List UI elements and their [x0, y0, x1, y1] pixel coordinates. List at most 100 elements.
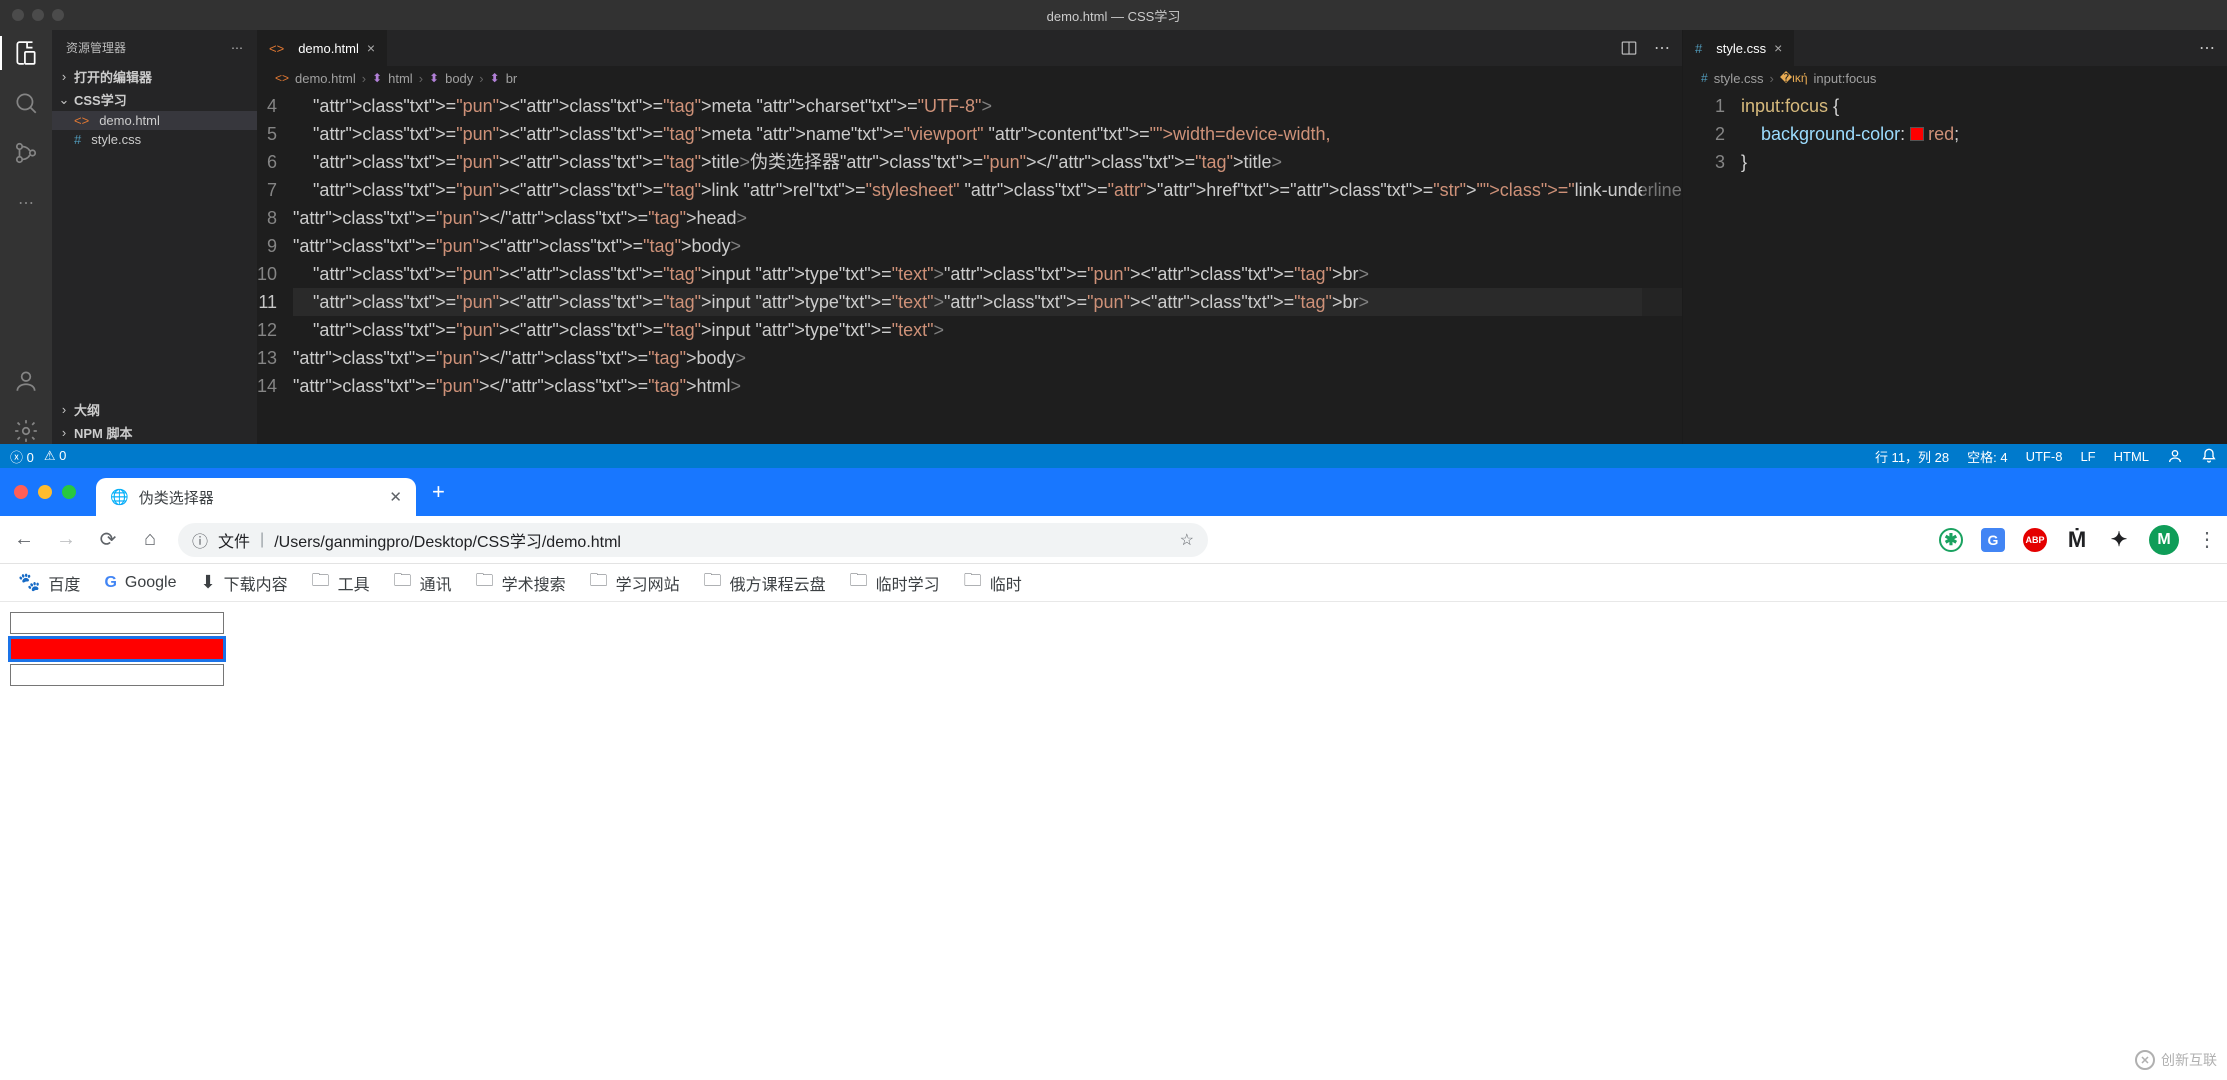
code-editor-left[interactable]: 4567891011121314 "attr">class"txt">="pun…: [257, 90, 1682, 444]
extensions-puzzle-icon[interactable]: ✦: [2107, 528, 2131, 552]
tab-demo-html[interactable]: <> demo.html ×: [257, 30, 387, 66]
bookmark-item[interactable]: 🐾百度: [18, 571, 80, 595]
info-icon[interactable]: ⓘ: [192, 528, 208, 552]
tab-style-css[interactable]: # style.css ×: [1683, 30, 1794, 66]
bookmark-item[interactable]: 🗀学术搜索: [476, 568, 566, 598]
more-icon[interactable]: ⋯: [13, 190, 39, 216]
breadcrumb-right[interactable]: # style.css› �ική input:focus: [1683, 66, 2227, 90]
extension-icon[interactable]: ✱: [1939, 528, 1963, 552]
editor-more-icon[interactable]: ⋯: [2199, 38, 2215, 58]
close-dot[interactable]: [14, 485, 28, 499]
editor-left: <> demo.html × ⋯ <> demo.html› ⬍ html› ⬍…: [257, 30, 1683, 444]
tab-close-icon[interactable]: ×: [367, 40, 375, 56]
bookmark-item[interactable]: 🗀工具: [312, 568, 370, 598]
tab-close-icon[interactable]: ×: [1774, 40, 1782, 56]
struct-icon: �ική: [1780, 71, 1808, 85]
bookmark-label: 通讯: [420, 571, 452, 595]
editor-more-icon[interactable]: ⋯: [1654, 38, 1670, 58]
zoom-dot[interactable]: [52, 9, 64, 21]
file-item-style-css[interactable]: #style.css: [52, 130, 257, 149]
forward-button[interactable]: →: [52, 526, 80, 554]
explorer-panel: 资源管理器 ⋯ ›打开的编辑器 ⌄CSS学习 <>demo.html #styl…: [52, 30, 257, 444]
panel-more-icon[interactable]: ⋯: [231, 41, 243, 55]
tab-title: 伪类选择器: [139, 487, 214, 508]
text-input-1[interactable]: [10, 612, 224, 634]
bell-icon[interactable]: [2201, 448, 2217, 464]
tab-bar-right: # style.css × ⋯: [1683, 30, 2227, 66]
code-editor-right[interactable]: 123 input:focus { background-color: red;…: [1683, 90, 2227, 444]
text-input-2-focused[interactable]: [10, 638, 224, 660]
activity-bar: ⋯: [0, 30, 52, 444]
status-bar: ⓧ 0 ⚠ 0 行 11，列 28 空格: 4 UTF-8 LF HTML: [0, 444, 2227, 468]
chrome-window: 🌐 伪类选择器 ✕ + ← → ⟳ ⌂ ⓘ 文件 | /Users/ganmin…: [0, 468, 2227, 1080]
bookmark-star-icon[interactable]: ☆: [1180, 530, 1194, 550]
chrome-toolbar: ← → ⟳ ⌂ ⓘ 文件 | /Users/ganmingpro/Desktop…: [0, 516, 2227, 564]
css-file-icon: #: [1701, 71, 1708, 85]
outline-section[interactable]: ›大纲: [52, 398, 257, 421]
folder-icon: 🗀: [850, 568, 868, 598]
close-dot[interactable]: [12, 9, 24, 21]
element-icon: ⬍: [372, 71, 382, 85]
bookmark-label: 下载内容: [224, 571, 288, 595]
address-bar[interactable]: ⓘ 文件 | /Users/ganmingpro/Desktop/CSS学习/d…: [178, 523, 1208, 557]
file-item-demo-html[interactable]: <>demo.html: [52, 111, 257, 130]
new-tab-button[interactable]: +: [416, 479, 461, 505]
folder-icon: 🗀: [476, 568, 494, 598]
minimize-dot[interactable]: [32, 9, 44, 21]
text-input-3[interactable]: [10, 664, 224, 686]
encoding[interactable]: UTF-8: [2026, 449, 2063, 464]
profile-avatar[interactable]: M: [2149, 525, 2179, 555]
language-mode[interactable]: HTML: [2114, 449, 2149, 464]
google-icon: G: [104, 574, 116, 592]
account-icon[interactable]: [13, 368, 39, 394]
errors-count[interactable]: ⓧ 0: [10, 447, 34, 466]
bookmark-item[interactable]: GGoogle: [104, 574, 176, 592]
indent-setting[interactable]: 空格: 4: [1967, 447, 2007, 466]
npm-scripts-section[interactable]: ›NPM 脚本: [52, 421, 257, 444]
minimap[interactable]: [1642, 90, 1682, 444]
browser-tab[interactable]: 🌐 伪类选择器 ✕: [96, 478, 416, 516]
back-button[interactable]: ←: [10, 526, 38, 554]
project-section[interactable]: ⌄CSS学习: [52, 88, 257, 111]
zoom-dot[interactable]: [62, 485, 76, 499]
reload-button[interactable]: ⟳: [94, 526, 122, 554]
html-file-icon: <>: [269, 41, 284, 56]
extension-icon[interactable]: Ṁ: [2065, 528, 2089, 552]
bookmark-item[interactable]: 🗀临时学习: [850, 568, 940, 598]
vscode-titlebar[interactable]: demo.html — CSS学习: [0, 0, 2227, 30]
mac-traffic-lights[interactable]: [14, 485, 76, 499]
vscode-window: demo.html — CSS学习 ⋯ 资源管理: [0, 0, 2227, 468]
bookmark-item[interactable]: 🗀通讯: [394, 568, 452, 598]
eol[interactable]: LF: [2080, 449, 2095, 464]
folder-icon: 🗀: [590, 568, 608, 598]
mac-traffic-lights[interactable]: [12, 9, 64, 21]
breadcrumb-left[interactable]: <> demo.html› ⬍ html› ⬍ body› ⬍ br: [257, 66, 1682, 90]
minimize-dot[interactable]: [38, 485, 52, 499]
feedback-icon[interactable]: [2167, 448, 2183, 464]
explorer-icon[interactable]: [13, 40, 39, 66]
settings-gear-icon[interactable]: [13, 418, 39, 444]
bookmark-label: 百度: [48, 571, 80, 595]
css-file-icon: #: [1695, 41, 1702, 56]
chrome-menu-icon[interactable]: ⋮: [2197, 527, 2217, 552]
cursor-position[interactable]: 行 11，列 28: [1875, 447, 1949, 466]
search-icon[interactable]: [13, 90, 39, 116]
source-control-icon[interactable]: [13, 140, 39, 166]
split-editor-icon[interactable]: [1620, 39, 1638, 57]
watermark-icon: ✕: [2135, 1050, 2155, 1070]
bookmark-label: 学习网站: [616, 571, 680, 595]
tab-close-icon[interactable]: ✕: [389, 488, 402, 506]
google-translate-icon[interactable]: G: [1981, 528, 2005, 552]
bookmark-item[interactable]: ⬇ 下载内容: [200, 571, 287, 595]
folder-icon: 🗀: [964, 568, 982, 598]
home-button[interactable]: ⌂: [136, 526, 164, 554]
bookmark-item[interactable]: 🗀 学习网站: [590, 568, 680, 598]
chrome-tabstrip: 🌐 伪类选择器 ✕ +: [0, 468, 2227, 516]
adblock-icon[interactable]: ABP: [2023, 528, 2047, 552]
open-editors-section[interactable]: ›打开的编辑器: [52, 65, 257, 88]
warnings-count[interactable]: ⚠ 0: [44, 448, 67, 464]
bookmark-item[interactable]: 🗀俄方课程云盘: [704, 568, 826, 598]
bookmark-item[interactable]: 🗀临时: [964, 568, 1022, 598]
tab-label: style.css: [1716, 41, 1766, 56]
download-icon: ⬇: [200, 572, 215, 593]
